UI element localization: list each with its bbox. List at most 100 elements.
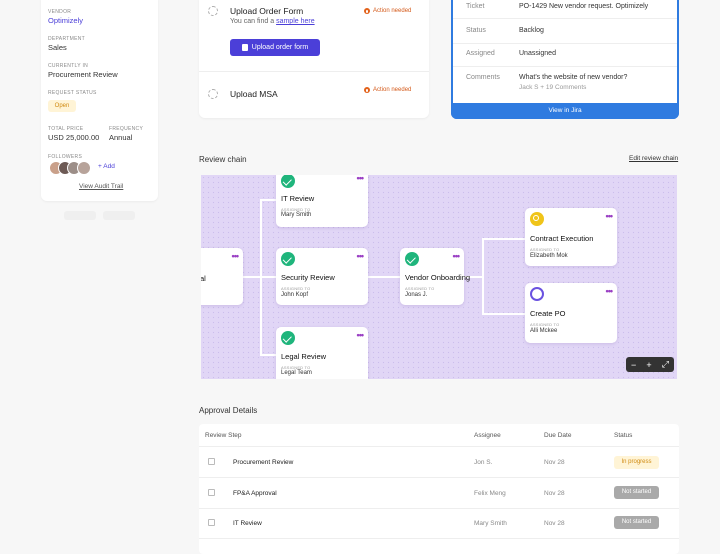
node-menu-icon[interactable]: ••• (357, 175, 365, 183)
view-in-jira-button[interactable]: View in Jira (451, 103, 679, 119)
status-badge: Not started (614, 516, 659, 529)
review-step-cell: Procurement Review (233, 459, 294, 466)
review-node-create-po[interactable]: ••• Create PO ASSIGNED TO Alli Mckee (525, 283, 617, 343)
assignee-cell: Mary Smith (474, 520, 507, 527)
placeholder-bar (64, 211, 96, 220)
fit-screen-icon[interactable]: ⤢ (662, 359, 669, 370)
divider (199, 71, 429, 72)
action-needed-label: Action needed (373, 8, 412, 14)
node-title: Legal Review (281, 352, 327, 361)
node-assignee: Jonas J. (405, 292, 428, 298)
divider (199, 508, 679, 509)
node-menu-icon[interactable]: ••• (232, 251, 240, 261)
status-badge: In progress (614, 456, 659, 469)
status-badge: Open (48, 100, 76, 112)
assigned-to-label: ASSIGNED TO (530, 322, 560, 327)
check-icon (281, 175, 295, 188)
total-price-label: TOTAL PRICE (48, 126, 84, 132)
check-icon (281, 252, 295, 266)
connector-line (482, 313, 525, 315)
jira-assigned-value: Unassigned (519, 50, 556, 57)
row-checkbox[interactable] (208, 458, 215, 465)
request-status-label: REQUEST STATUS (48, 90, 97, 96)
approval-table: Review Step Assignee Due Date Status Pro… (199, 424, 679, 554)
currently-in-value: Procurement Review (48, 70, 118, 79)
task-title: Upload MSA (230, 89, 278, 99)
node-title: Contract Execution (530, 234, 594, 243)
edit-review-chain-link[interactable]: Edit review chain (629, 155, 678, 162)
total-price-value: USD 25,000.00 (48, 133, 100, 142)
check-icon (281, 331, 295, 345)
vendor-link[interactable]: Optimizely (48, 16, 83, 25)
target-icon (530, 287, 544, 301)
row-checkbox[interactable] (208, 519, 215, 526)
connector-line (260, 199, 276, 201)
divider (199, 538, 679, 539)
node-title: Security Review (281, 273, 335, 282)
jira-field-key: Assigned (466, 50, 495, 57)
row-checkbox[interactable] (208, 489, 215, 496)
connector-line (482, 238, 525, 240)
node-menu-icon[interactable]: ••• (606, 211, 614, 221)
jira-field-key: Comments (466, 74, 500, 81)
task-status-icon (208, 89, 218, 99)
node-assignee: Elizabeth Mok (530, 253, 568, 259)
assignee-cell: Jon S. (474, 459, 493, 466)
jira-comment-value: What's the website of new vendor? (519, 74, 628, 81)
divider (199, 446, 679, 447)
review-node-partial[interactable]: ••• al (201, 248, 243, 305)
jira-ticket-value[interactable]: PO-1429 New vendor request. Optimizely (519, 3, 648, 10)
review-node-security-review[interactable]: ••• Security Review ASSIGNED TO John Kop… (276, 248, 368, 305)
status-badge: Not started (614, 486, 659, 499)
node-menu-icon[interactable]: ••• (357, 251, 365, 261)
followers-label: FOLLOWERS (48, 154, 83, 160)
review-step-cell: FP&A Approval (233, 490, 277, 497)
sample-link[interactable]: sample here (276, 18, 315, 25)
jira-field-key: Status (466, 27, 486, 34)
review-node-legal-review[interactable]: ••• Legal Review ASSIGNED TO Legal Team (276, 327, 368, 379)
department-value: Sales (48, 43, 67, 52)
currently-in-label: CURRENTLY IN (48, 63, 89, 69)
add-follower-button[interactable]: + Add (98, 163, 115, 170)
alert-icon (364, 8, 370, 14)
node-title: IT Review (281, 194, 315, 203)
node-menu-icon[interactable]: ••• (357, 330, 365, 340)
jira-field-key: Ticket (466, 3, 485, 10)
node-menu-icon[interactable]: ••• (453, 251, 461, 261)
follower-avatar[interactable] (77, 161, 91, 175)
review-chain-title: Review chain (199, 155, 247, 164)
task-description-text: You can find a (230, 18, 275, 25)
review-node-vendor-onboarding[interactable]: ••• Vendor Onboarding ASSIGNED TO Jonas … (400, 248, 470, 305)
vendor-label: VENDOR (48, 9, 72, 15)
due-date-cell: Nov 28 (544, 520, 565, 527)
upload-order-form-button[interactable]: Upload order form (230, 39, 320, 56)
zoom-controls: − + ⤢ (626, 357, 674, 372)
zoom-in-icon[interactable]: + (646, 360, 651, 370)
upload-order-form-label: Upload order form (251, 44, 309, 51)
assigned-to-label: ASSIGNED TO (405, 286, 435, 291)
review-step-cell: IT Review (233, 520, 262, 527)
connector-line (243, 276, 261, 278)
column-header: Review Step (205, 432, 242, 439)
divider (453, 18, 677, 19)
view-audit-trail-link[interactable]: View Audit Trail (79, 183, 123, 190)
node-assignee: Alli Mckee (530, 328, 558, 334)
review-chain-canvas[interactable]: ••• al ••• IT Review ASSIGNED TO Mary Sm… (201, 175, 677, 379)
node-assignee: Mary Smith (281, 212, 312, 218)
task-status-icon (208, 6, 218, 16)
department-label: DEPARTMENT (48, 36, 85, 42)
node-menu-icon[interactable]: ••• (606, 286, 614, 296)
connector-line (260, 276, 276, 278)
zoom-out-icon[interactable]: − (631, 360, 636, 370)
jira-comment-meta[interactable]: Jack S + 19 Comments (519, 84, 586, 91)
assigned-to-label: ASSIGNED TO (530, 247, 560, 252)
connector-line (482, 238, 484, 314)
alert-icon (364, 87, 370, 93)
task-description: You can find a sample here (230, 18, 315, 25)
due-date-cell: Nov 28 (544, 490, 565, 497)
clock-icon (530, 212, 544, 226)
review-node-it-review[interactable]: ••• IT Review ASSIGNED TO Mary Smith (276, 175, 368, 227)
review-node-contract-execution[interactable]: ••• Contract Execution ASSIGNED TO Eliza… (525, 208, 617, 266)
placeholder-bar (103, 211, 135, 220)
node-assignee: Legal Team (281, 370, 312, 376)
